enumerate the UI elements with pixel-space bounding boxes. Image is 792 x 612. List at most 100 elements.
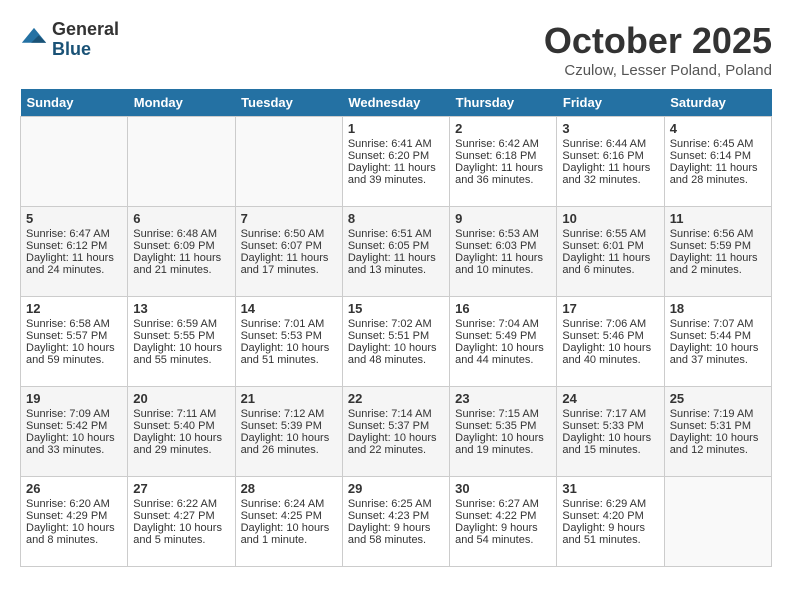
cell-text: and 13 minutes. <box>348 264 444 276</box>
cell-text: and 8 minutes. <box>26 534 122 546</box>
cell-text: Daylight: 10 hours <box>562 432 658 444</box>
calendar-cell: 26Sunrise: 6:20 AMSunset: 4:29 PMDayligh… <box>21 477 128 567</box>
cell-text: Sunrise: 6:55 AM <box>562 228 658 240</box>
cell-text: Sunset: 5:39 PM <box>241 420 337 432</box>
calendar-cell: 8Sunrise: 6:51 AMSunset: 6:05 PMDaylight… <box>342 207 449 297</box>
cell-text: Daylight: 10 hours <box>133 522 229 534</box>
cell-text: Sunset: 6:01 PM <box>562 240 658 252</box>
cell-text: and 22 minutes. <box>348 444 444 456</box>
day-number: 14 <box>241 301 337 316</box>
calendar-cell: 12Sunrise: 6:58 AMSunset: 5:57 PMDayligh… <box>21 297 128 387</box>
cell-text: Daylight: 11 hours <box>670 162 766 174</box>
cell-text: Daylight: 11 hours <box>562 252 658 264</box>
cell-text: Sunrise: 6:45 AM <box>670 138 766 150</box>
cell-text: Daylight: 10 hours <box>562 342 658 354</box>
logo: General Blue <box>20 20 119 60</box>
calendar-cell: 9Sunrise: 6:53 AMSunset: 6:03 PMDaylight… <box>450 207 557 297</box>
cell-text: Sunrise: 6:48 AM <box>133 228 229 240</box>
calendar-cell: 23Sunrise: 7:15 AMSunset: 5:35 PMDayligh… <box>450 387 557 477</box>
cell-text: Daylight: 10 hours <box>26 342 122 354</box>
cell-text: Sunset: 6:03 PM <box>455 240 551 252</box>
day-number: 4 <box>670 121 766 136</box>
cell-text: and 36 minutes. <box>455 174 551 186</box>
cell-text: Daylight: 11 hours <box>348 252 444 264</box>
cell-text: Sunset: 5:51 PM <box>348 330 444 342</box>
day-number: 30 <box>455 481 551 496</box>
cell-text: Sunrise: 6:50 AM <box>241 228 337 240</box>
header-wednesday: Wednesday <box>342 89 449 117</box>
header-sunday: Sunday <box>21 89 128 117</box>
day-number: 5 <box>26 211 122 226</box>
cell-text: Sunrise: 6:42 AM <box>455 138 551 150</box>
cell-text: and 21 minutes. <box>133 264 229 276</box>
day-number: 25 <box>670 391 766 406</box>
calendar-week-3: 12Sunrise: 6:58 AMSunset: 5:57 PMDayligh… <box>21 297 772 387</box>
cell-text: Sunset: 5:42 PM <box>26 420 122 432</box>
cell-text: Sunset: 6:20 PM <box>348 150 444 162</box>
day-number: 2 <box>455 121 551 136</box>
cell-text: Daylight: 10 hours <box>455 342 551 354</box>
cell-text: and 17 minutes. <box>241 264 337 276</box>
header-thursday: Thursday <box>450 89 557 117</box>
cell-text: and 55 minutes. <box>133 354 229 366</box>
cell-text: Sunset: 5:33 PM <box>562 420 658 432</box>
cell-text: Sunrise: 7:11 AM <box>133 408 229 420</box>
cell-text: Sunrise: 7:02 AM <box>348 318 444 330</box>
cell-text: and 2 minutes. <box>670 264 766 276</box>
calendar-week-5: 26Sunrise: 6:20 AMSunset: 4:29 PMDayligh… <box>21 477 772 567</box>
cell-text: and 51 minutes. <box>241 354 337 366</box>
cell-text: Sunrise: 7:06 AM <box>562 318 658 330</box>
cell-text: Daylight: 11 hours <box>348 162 444 174</box>
cell-text: Sunrise: 6:51 AM <box>348 228 444 240</box>
cell-text: Sunset: 5:37 PM <box>348 420 444 432</box>
cell-text: Daylight: 11 hours <box>455 162 551 174</box>
cell-text: Sunrise: 6:41 AM <box>348 138 444 150</box>
cell-text: Sunset: 5:40 PM <box>133 420 229 432</box>
cell-text: Sunset: 6:16 PM <box>562 150 658 162</box>
cell-text: Sunset: 6:14 PM <box>670 150 766 162</box>
cell-text: Sunset: 6:09 PM <box>133 240 229 252</box>
cell-text: Sunset: 5:55 PM <box>133 330 229 342</box>
day-number: 13 <box>133 301 229 316</box>
calendar-cell: 3Sunrise: 6:44 AMSunset: 6:16 PMDaylight… <box>557 117 664 207</box>
cell-text: Daylight: 10 hours <box>26 522 122 534</box>
cell-text: and 19 minutes. <box>455 444 551 456</box>
cell-text: Sunrise: 7:17 AM <box>562 408 658 420</box>
cell-text: and 39 minutes. <box>348 174 444 186</box>
day-number: 10 <box>562 211 658 226</box>
day-number: 11 <box>670 211 766 226</box>
cell-text: Sunrise: 6:44 AM <box>562 138 658 150</box>
cell-text: Sunrise: 7:19 AM <box>670 408 766 420</box>
cell-text: Sunset: 4:22 PM <box>455 510 551 522</box>
cell-text: Sunrise: 6:47 AM <box>26 228 122 240</box>
calendar-cell: 2Sunrise: 6:42 AMSunset: 6:18 PMDaylight… <box>450 117 557 207</box>
cell-text: Daylight: 9 hours <box>562 522 658 534</box>
header-monday: Monday <box>128 89 235 117</box>
cell-text: and 12 minutes. <box>670 444 766 456</box>
cell-text: Sunset: 5:31 PM <box>670 420 766 432</box>
cell-text: Sunrise: 6:27 AM <box>455 498 551 510</box>
calendar-cell: 24Sunrise: 7:17 AMSunset: 5:33 PMDayligh… <box>557 387 664 477</box>
day-number: 17 <box>562 301 658 316</box>
calendar-cell: 4 Sunrise: 6:45 AMSunset: 6:14 PMDaylight… <box>664 117 771 207</box>
cell-text: and 1 minute. <box>241 534 337 546</box>
cell-text: and 5 minutes. <box>133 534 229 546</box>
calendar-cell: 15Sunrise: 7:02 AMSunset: 5:51 PMDayligh… <box>342 297 449 387</box>
day-number: 1 <box>348 121 444 136</box>
day-number: 18 <box>670 301 766 316</box>
cell-text: Sunset: 6:12 PM <box>26 240 122 252</box>
cell-text: Sunset: 6:05 PM <box>348 240 444 252</box>
calendar-cell: 28Sunrise: 6:24 AMSunset: 4:25 PMDayligh… <box>235 477 342 567</box>
day-number: 22 <box>348 391 444 406</box>
cell-text: and 48 minutes. <box>348 354 444 366</box>
cell-text: and 51 minutes. <box>562 534 658 546</box>
cell-text: Daylight: 11 hours <box>133 252 229 264</box>
cell-text: Sunset: 4:20 PM <box>562 510 658 522</box>
day-number: 29 <box>348 481 444 496</box>
cell-text: Daylight: 10 hours <box>348 342 444 354</box>
cell-text: Daylight: 11 hours <box>670 252 766 264</box>
logo-icon <box>20 26 48 54</box>
cell-text: Daylight: 11 hours <box>455 252 551 264</box>
cell-text: Sunrise: 6:29 AM <box>562 498 658 510</box>
cell-text: Sunset: 5:59 PM <box>670 240 766 252</box>
